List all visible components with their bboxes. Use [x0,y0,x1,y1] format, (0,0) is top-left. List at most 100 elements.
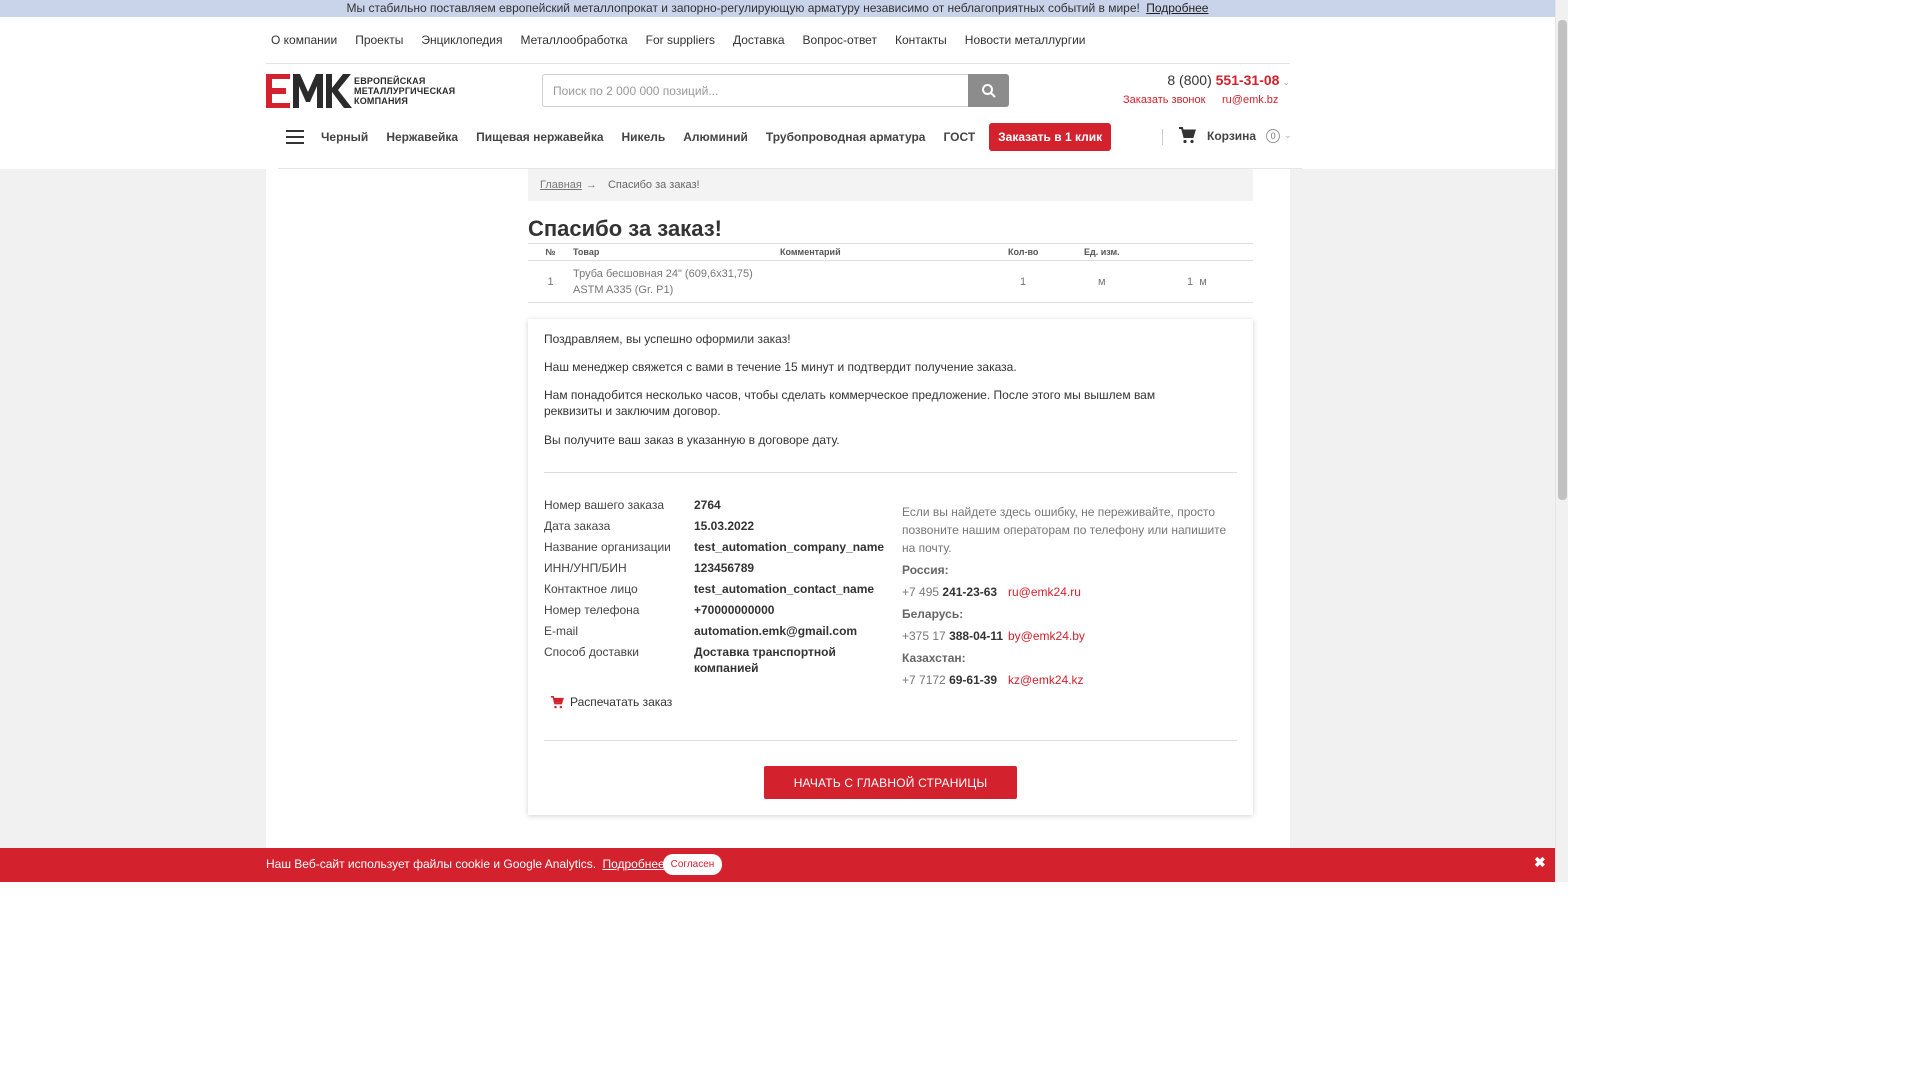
header-divider [266,63,1290,64]
header-phone[interactable]: 8 (800) 551-31-08 ⌄ [1167,72,1290,88]
menu-icon[interactable] [278,120,312,154]
order-details: Номер вашего заказа 2764 Дата заказа 15.03… [544,497,889,681]
header-email-link[interactable]: ru@emk.bz [1222,94,1278,106]
col-product: Товар [573,243,780,261]
logo-text: ЕВРОПЕЙСКАЯ МЕТАЛЛУРГИЧЕСКАЯ КОМПАНИЯ [354,76,456,106]
detail-phone: Номер телефона +70000000000 [544,603,775,617]
promo-more-link[interactable]: Подробнее [1146,1,1208,15]
cart-button[interactable]: Корзина 0 ⌄ [1178,127,1292,144]
nav-encyclopedia[interactable]: Энциклопедия [412,24,511,56]
table-row: 1 Труба бесшовная 24" (609,6x31,75) ASTM… [528,260,1253,303]
nav-delivery[interactable]: Доставка [724,24,794,56]
col-num: № [528,243,573,261]
breadcrumb: Главная → Спасибо за заказ! [528,169,1253,201]
detail-tax-id: ИНН/УНП/БИН 123456789 [544,561,755,575]
card-divider [544,472,1237,473]
cookie-banner: Наш Веб-сайт использует файлы cookie и G… [0,848,1555,882]
search-input[interactable] [542,74,968,107]
order-success-card: Поздравляем, вы успешно оформили заказ! … [528,319,1253,815]
row-unit: м [1098,275,1106,288]
nav-metalworking[interactable]: Металлообработка [511,24,636,56]
scrollbar-thumb[interactable] [1558,20,1567,500]
chevron-down-icon: ⌄ [1282,77,1290,87]
row-total-unit: м [1199,275,1207,288]
search-bar [542,74,1009,107]
row-total-qty: 1 [1187,275,1194,288]
phone-prefix: 8 (800) [1167,72,1212,88]
emk-logo-mark [266,74,352,108]
print-order-link[interactable]: Распечатать заказ [550,695,672,709]
quick-order-button[interactable]: Заказать в 1 клик [989,123,1112,151]
detail-order-date: Дата заказа 15.03.2022 [544,519,755,533]
cookie-text-block: Наш Веб-сайт использует файлы cookie и G… [266,857,665,871]
cart-label: Корзина [1207,128,1257,143]
callback-link[interactable]: Заказать звонок [1123,94,1205,106]
nav-projects[interactable]: Проекты [346,24,412,56]
region-russia: Россия: [902,563,949,577]
row-num: 1 [528,260,573,303]
contact-line-russia: +7 495 241-23-63 ru@emk24.ru [902,583,1237,601]
company-logo[interactable]: ЕВРОПЕЙСКАЯ МЕТАЛЛУРГИЧЕСКАЯ КОМПАНИЯ [266,73,466,109]
cat-stainless[interactable]: Нержавейка [377,120,467,154]
cookie-more-link[interactable]: Подробнее [602,857,664,871]
cart-divider [1162,129,1163,145]
breadcrumb-arrow: → [585,179,597,191]
col-unit: Ед. изм. [1084,243,1253,261]
region-belarus: Беларусь: [902,607,964,621]
email-belarus[interactable]: by@emk24.by [1008,627,1085,645]
go-home-button[interactable]: НАЧАТЬ С ГЛАВНОЙ СТРАНИЦЫ [764,766,1017,799]
phone-russia[interactable]: +7 495 241-23-63 [902,583,1008,601]
top-nav: О компании Проекты Энциклопедия Металлоо… [262,24,1094,56]
print-order-label: Распечатать заказ [570,695,673,709]
nav-about[interactable]: О компании [262,24,346,56]
detail-order-number: Номер вашего заказа 2764 [544,498,721,512]
promo-text: Мы стабильно поставляем европейский мета… [346,1,1140,15]
cookie-text: Наш Веб-сайт использует файлы cookie и G… [266,857,597,871]
message-manager: Наш менеджер свяжется с вами в течение 1… [544,360,1017,374]
breadcrumb-current: Спасибо за заказ! [607,179,700,191]
support-contacts: Если вы найдете здесь ошибку, не пережив… [902,503,1237,689]
cat-black[interactable]: Черный [312,120,377,154]
nav-contacts[interactable]: Контакты [886,24,956,56]
row-comment [780,260,1008,303]
nav-news[interactable]: Новости металлургии [956,24,1095,56]
cat-food-stainless[interactable]: Пищевая нержавейка [467,120,612,154]
cart-icon [550,695,564,708]
cookie-agree-button[interactable]: Согласен [663,854,722,875]
phone-kazakhstan[interactable]: +7 7172 69-61-39 [902,671,1008,689]
col-comment: Комментарий [780,243,1008,261]
phone-belarus[interactable]: +375 17 388-04-11 [902,627,1008,645]
row-product: Труба бесшовная 24" (609,6x31,75) ASTM A… [573,260,780,303]
cat-gost[interactable]: ГОСТ [934,120,984,154]
contact-line-kazakhstan: +7 7172 69-61-39 kz@emk24.kz [902,671,1237,689]
card-divider [544,740,1237,741]
detail-contact-person: Контактное лицо test_automation_contact_n… [544,582,875,596]
cat-nickel[interactable]: Никель [613,120,675,154]
nav-suppliers[interactable]: For suppliers [637,24,724,56]
support-note: Если вы найдете здесь ошибку, не пережив… [902,505,1227,555]
breadcrumb-home[interactable]: Главная [540,179,582,191]
row-qty: 1 [1008,260,1084,303]
detail-company: Название организации test_automation_comp… [544,540,885,554]
chevron-down-icon: ⌄ [1284,130,1292,140]
cart-count-badge: 0 [1266,128,1281,143]
page-scrollbar[interactable] [1555,0,1568,882]
cart-icon [1179,127,1196,144]
region-kazakhstan: Казахстан: [902,651,966,665]
email-kazakhstan[interactable]: kz@emk24.kz [1008,671,1084,689]
cat-pipe-fittings[interactable]: Трубопроводная арматура [757,120,935,154]
page-title: Спасибо за заказ! [528,216,722,241]
nav-faq[interactable]: Вопрос-ответ [794,24,886,56]
email-russia[interactable]: ru@emk24.ru [1008,583,1081,601]
message-offer: Нам понадобится несколько часов, чтобы с… [544,388,1156,418]
message-delivery-date: Вы получите ваш заказ в указанную в дого… [544,433,840,447]
promo-bar: Мы стабильно поставляем европейский мета… [0,0,1555,17]
cat-aluminium[interactable]: Алюминий [674,120,757,154]
detail-delivery: Способ доставки Доставка транспортной ком… [544,645,836,675]
detail-email: E-mail automation.emk@gmail.com [544,624,858,638]
order-table: № Товар Комментарий Кол-во Ед. изм. 1 Тр… [528,243,1253,303]
close-icon[interactable]: ✖ [1534,854,1546,871]
search-icon [981,83,996,98]
search-button[interactable] [968,74,1009,107]
phone-number: 551-31-08 [1215,72,1280,88]
